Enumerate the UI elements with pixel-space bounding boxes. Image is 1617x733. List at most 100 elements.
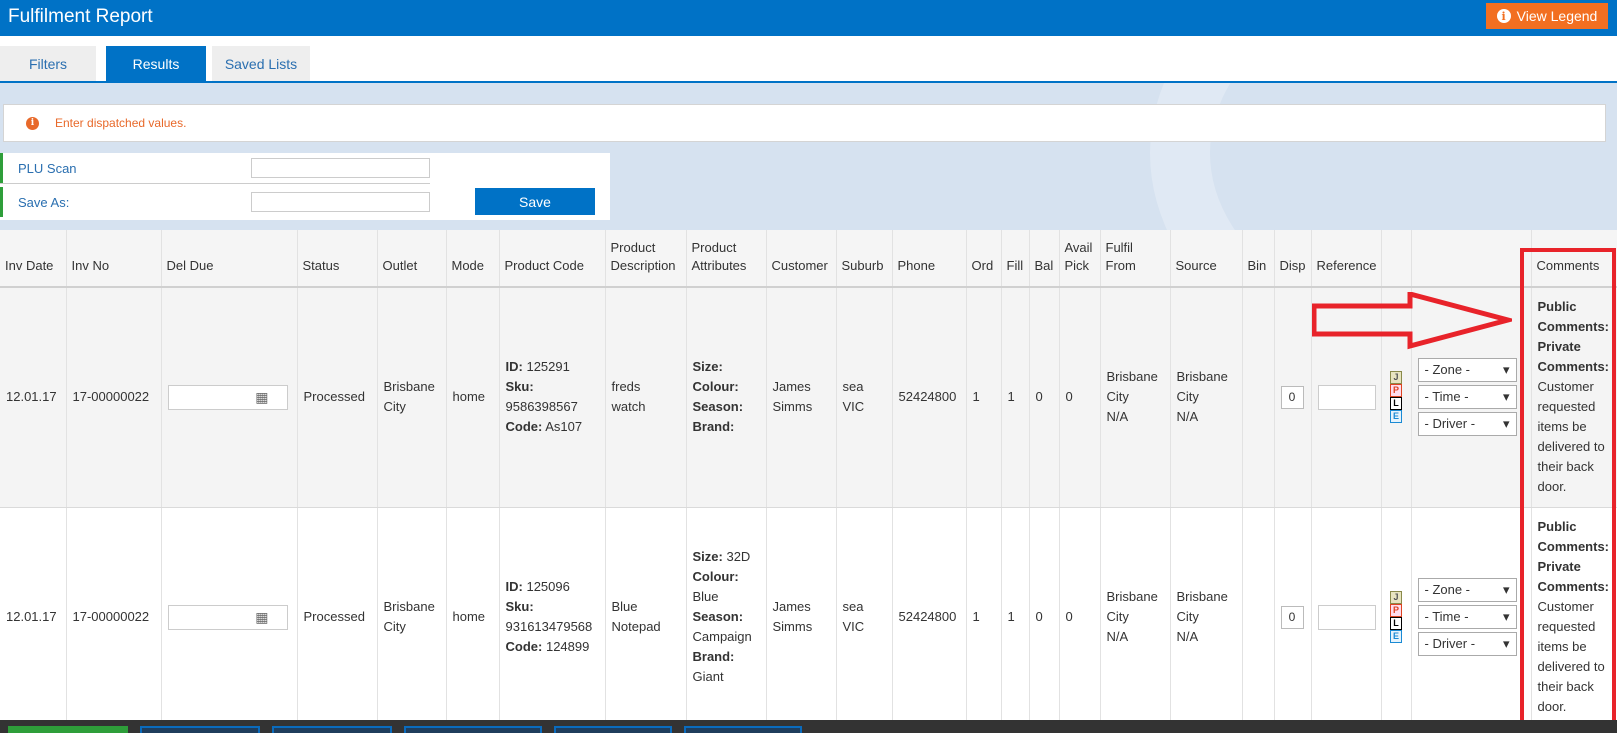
cell-bin xyxy=(1242,287,1275,508)
col-disp[interactable]: Disp xyxy=(1274,230,1312,288)
cell-inv-date: 12.01.17 xyxy=(0,507,67,728)
cell-mode: home xyxy=(446,287,500,508)
reference-input[interactable] xyxy=(1317,604,1376,630)
col-customer[interactable]: Customer xyxy=(766,230,837,288)
source-line: City xyxy=(1176,609,1199,624)
brand-label: Brand: xyxy=(692,649,735,664)
calendar-icon[interactable]: ▦ xyxy=(255,387,268,407)
outlet-line: Brisbane xyxy=(383,379,435,395)
tab-filters[interactable]: Filters xyxy=(0,46,96,81)
save-as-label: Save As: xyxy=(18,194,70,210)
letter-l-icon[interactable]: L xyxy=(1390,617,1402,630)
size-label: Size: xyxy=(692,549,723,564)
col-reference[interactable]: Reference xyxy=(1311,230,1382,288)
col-outlet[interactable]: Outlet xyxy=(377,230,447,288)
cell-reference xyxy=(1311,507,1382,728)
id-label: ID: xyxy=(505,359,523,375)
col-fill[interactable]: Fill xyxy=(1001,230,1030,288)
cell-product-attributes: Size: 32D Colour: Blue Season: Campaign … xyxy=(686,507,767,728)
letter-j-icon[interactable]: J xyxy=(1390,591,1402,604)
sku-label: Sku: xyxy=(505,379,534,395)
reference-input[interactable] xyxy=(1317,384,1376,410)
letter-p-icon[interactable]: P xyxy=(1390,384,1402,398)
size-label: Size: xyxy=(692,359,723,375)
desc-line: freds xyxy=(611,379,641,395)
source-line: Brisbane xyxy=(1176,369,1228,385)
col-bin[interactable]: Bin xyxy=(1242,230,1275,288)
driver-select[interactable]: - Driver - ▾ xyxy=(1417,632,1517,656)
letter-l-icon[interactable]: L xyxy=(1390,397,1402,411)
letter-icons: J P L E xyxy=(1388,371,1405,424)
comment-line: requested xyxy=(1537,619,1596,634)
col-product-attributes[interactable]: Product Attributes xyxy=(686,230,767,288)
del-due-date-input[interactable]: ▦ xyxy=(167,384,288,410)
col-product-description[interactable]: Product Description xyxy=(605,230,687,288)
tab-saved-lists[interactable]: Saved Lists xyxy=(212,46,310,81)
letter-p-icon[interactable]: P xyxy=(1390,604,1402,617)
col-status[interactable]: Status xyxy=(297,230,378,288)
col-suburb[interactable]: Suburb xyxy=(836,230,893,288)
zone-select[interactable]: - Zone - ▾ xyxy=(1417,578,1517,602)
size-value: 32D xyxy=(726,549,751,564)
letter-e-icon[interactable]: E xyxy=(1390,630,1402,643)
col-bal[interactable]: Bal xyxy=(1029,230,1060,288)
letter-e-icon[interactable]: E xyxy=(1390,410,1402,424)
cell-product-description: freds watch xyxy=(605,287,687,508)
col-del-due[interactable]: Del Due xyxy=(161,230,298,288)
id-label: ID: xyxy=(505,579,523,594)
toolbar-button[interactable] xyxy=(404,726,542,733)
zone-select[interactable]: - Zone - ▾ xyxy=(1417,358,1517,383)
source-line: N/A xyxy=(1176,409,1199,425)
view-legend-button[interactable]: i View Legend xyxy=(1486,3,1608,29)
caret-down-icon: ▾ xyxy=(1502,389,1510,405)
toolbar-button[interactable] xyxy=(272,726,392,733)
col-inv-no[interactable]: Inv No xyxy=(66,230,162,288)
toolbar-button[interactable] xyxy=(8,726,128,733)
col-fulfil-from[interactable]: Fulfil From xyxy=(1100,230,1171,288)
customer-line: James xyxy=(772,599,811,614)
sku-label: Sku: xyxy=(505,599,534,614)
colour-label: Colour: xyxy=(692,569,739,584)
letter-j-icon[interactable]: J xyxy=(1390,371,1402,385)
annotation-arrow-icon xyxy=(1312,292,1512,350)
toolbar-button[interactable] xyxy=(554,726,672,733)
cell-bin xyxy=(1242,507,1275,728)
private-label: Private xyxy=(1537,559,1581,574)
disp-input[interactable]: 0 xyxy=(1280,605,1304,629)
cell-product-attributes: Size: Colour: Season: Brand: xyxy=(686,287,767,508)
disp-input[interactable]: 0 xyxy=(1280,385,1304,409)
private-label: Private xyxy=(1537,339,1581,355)
time-select[interactable]: - Time - ▾ xyxy=(1417,605,1517,629)
cell-del-due: ▦ xyxy=(161,507,298,728)
plu-scan-input[interactable] xyxy=(251,158,430,178)
col-inv-date[interactable]: Inv Date xyxy=(0,230,67,288)
cell-status: Processed xyxy=(297,287,378,508)
time-select[interactable]: - Time - ▾ xyxy=(1417,385,1517,410)
cell-bal: 0 xyxy=(1029,287,1060,508)
col-ord[interactable]: Ord xyxy=(966,230,1002,288)
col-phone[interactable]: Phone xyxy=(892,230,967,288)
customer-line: Simms xyxy=(772,619,813,634)
caret-down-icon: ▾ xyxy=(1502,609,1510,624)
col-mode[interactable]: Mode xyxy=(446,230,500,288)
cell-fulfil-from: Brisbane City N/A xyxy=(1100,507,1171,728)
cell-suburb: sea VIC xyxy=(836,287,893,508)
col-source[interactable]: Source xyxy=(1170,230,1243,288)
col-product-code[interactable]: Product Code xyxy=(499,230,606,288)
col-comments[interactable]: Comments xyxy=(1531,230,1617,288)
cell-product-code: ID: 125291 Sku: 9586398567 Code: As107 xyxy=(499,287,606,508)
toolbar-button[interactable] xyxy=(140,726,260,733)
calendar-icon[interactable]: ▦ xyxy=(255,607,268,627)
tab-results[interactable]: Results xyxy=(106,46,206,81)
col-avail-pick[interactable]: Avail Pick xyxy=(1059,230,1101,288)
cell-source: Brisbane City N/A xyxy=(1170,507,1243,728)
driver-select[interactable]: - Driver - ▾ xyxy=(1417,412,1517,437)
source-line: Brisbane xyxy=(1176,589,1228,604)
toolbar-button[interactable] xyxy=(684,726,802,733)
product-sku: 9586398567 xyxy=(505,399,578,415)
save-as-input[interactable] xyxy=(251,192,430,212)
save-button[interactable]: Save xyxy=(475,188,595,215)
caret-down-icon: ▾ xyxy=(1502,362,1510,378)
del-due-date-input[interactable]: ▦ xyxy=(167,604,288,630)
cell-customer: James Simms xyxy=(766,507,837,728)
